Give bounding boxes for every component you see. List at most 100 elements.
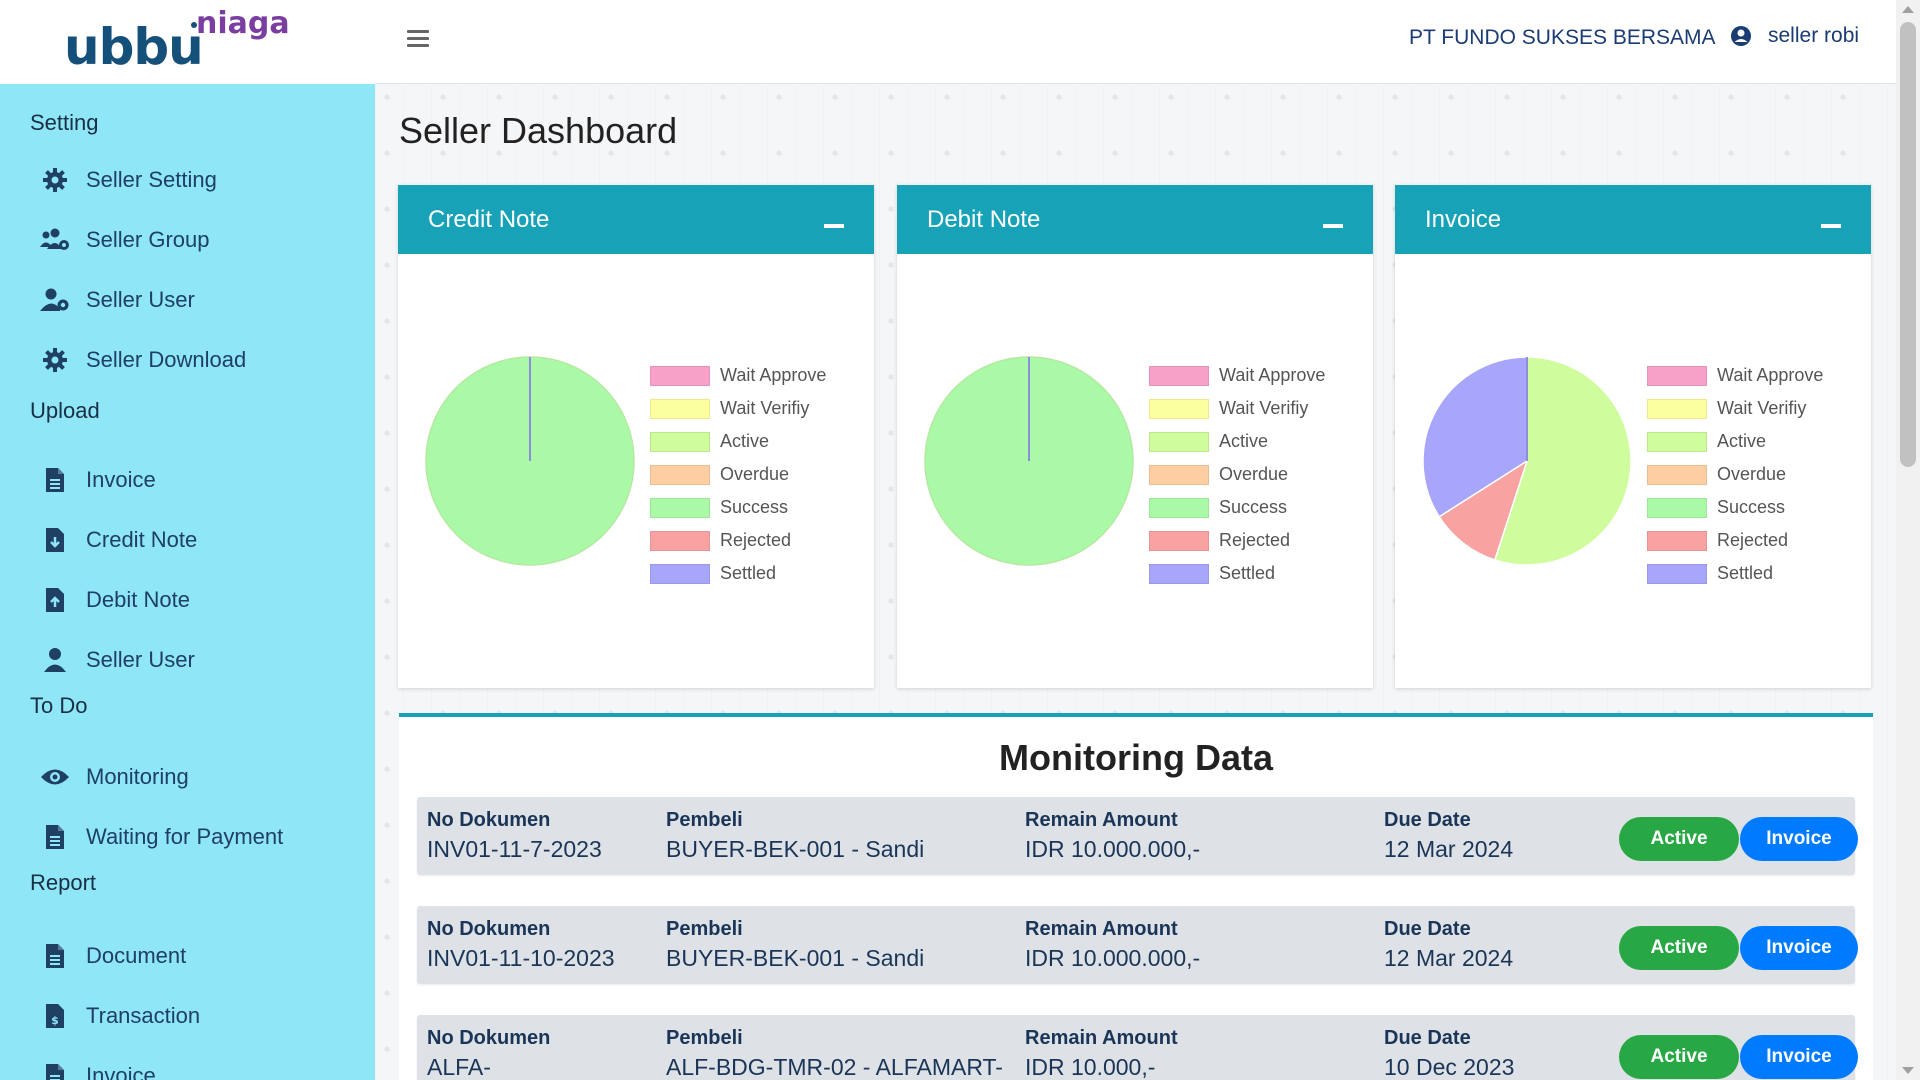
- status-active-button[interactable]: Active: [1619, 1035, 1739, 1079]
- user-menu[interactable]: seller robi: [1730, 24, 1859, 48]
- legend-item[interactable]: Wait Verifiy: [650, 392, 826, 425]
- nav-section-to-do: To Do: [30, 693, 88, 718]
- sidebar-item-debit-note[interactable]: Debit Note: [40, 580, 190, 620]
- legend-item[interactable]: Active: [650, 425, 826, 458]
- doc-type-invoice-button[interactable]: Invoice: [1740, 926, 1858, 970]
- legend-label: Success: [1219, 497, 1288, 517]
- file-icon: [40, 941, 70, 971]
- legend-item[interactable]: Success: [650, 491, 826, 524]
- legend-item[interactable]: Rejected: [1149, 524, 1325, 557]
- cell-label: Pembeli: [666, 809, 743, 831]
- monitoring-title: Monitoring Data: [999, 737, 1273, 778]
- legend-swatch: [1647, 464, 1707, 485]
- sidebar-item-document[interactable]: Document: [40, 936, 186, 976]
- user-icon: [40, 645, 70, 675]
- cell-label: Due Date: [1384, 918, 1471, 940]
- sidebar-item-credit-note[interactable]: Credit Note: [40, 520, 197, 560]
- card-title: Credit Note: [428, 205, 550, 233]
- legend-label: Wait Verifiy: [1219, 398, 1309, 418]
- table-row[interactable]: No Dokumen INV01-11-10-2023 Pembeli BUYER-B…: [417, 906, 1858, 984]
- legend-label: Wait Approve: [720, 365, 827, 385]
- status-active-button[interactable]: Active: [1619, 817, 1739, 861]
- doc-type-invoice-button[interactable]: Invoice: [1740, 817, 1858, 861]
- cell-amount: Remain Amount IDR 10.000.000,-: [1025, 809, 1200, 863]
- gear-icon: [40, 165, 70, 195]
- pie-chart: [425, 356, 635, 566]
- table-row[interactable]: No Dokumen INV01-11-7-2023 Pembeli BUYER-BE…: [417, 797, 1858, 875]
- table-row[interactable]: No Dokumen ALFA- Pembeli ALF-BDG-TMR-02 - A…: [417, 1015, 1858, 1080]
- cell-label: Pembeli: [666, 918, 743, 940]
- scroll-down-icon[interactable]: [1902, 1067, 1914, 1074]
- menu-toggle-icon[interactable]: [407, 30, 429, 48]
- legend-item[interactable]: Success: [1647, 491, 1823, 524]
- legend-item[interactable]: Rejected: [650, 524, 826, 557]
- chart-legend: Wait Approve Wait Verifiy Active Overdue Suc…: [1647, 359, 1823, 590]
- legend-item[interactable]: Wait Approve: [1647, 359, 1823, 392]
- legend-label: Wait Approve: [1219, 365, 1326, 385]
- cell-amount: Remain Amount IDR 10.000.000,-: [1025, 918, 1200, 972]
- card-header: Credit Note: [398, 185, 874, 254]
- legend-item[interactable]: Success: [1149, 491, 1325, 524]
- logo-main-text: ubbu: [64, 18, 204, 76]
- legend-label: Settled: [720, 563, 777, 583]
- legend-item[interactable]: Wait Verifiy: [1647, 392, 1823, 425]
- eye-icon: [40, 762, 70, 792]
- main-content: Seller Dashboard Credit Note Wait Approv…: [375, 85, 1896, 1080]
- sidebar-item-seller-user[interactable]: Seller User: [40, 280, 195, 320]
- cell-due: Due Date 12 Mar 2024: [1384, 918, 1513, 972]
- collapse-icon[interactable]: [1821, 223, 1841, 228]
- legend-item[interactable]: Settled: [1149, 557, 1325, 590]
- sidebar-item-label: Document: [86, 943, 187, 968]
- sidebar-item-seller-download[interactable]: Seller Download: [40, 340, 246, 380]
- sidebar-item-invoice[interactable]: Invoice: [40, 460, 156, 500]
- legend-label: Overdue: [1219, 464, 1289, 484]
- legend-swatch: [1647, 365, 1707, 386]
- sidebar-item-label: Invoice: [86, 467, 156, 492]
- legend-item[interactable]: Active: [1647, 425, 1823, 458]
- logo[interactable]: ubbu niaga: [0, 0, 375, 84]
- doc-type-invoice-button[interactable]: Invoice: [1740, 1035, 1858, 1079]
- legend-item[interactable]: Wait Approve: [1149, 359, 1325, 392]
- legend-item[interactable]: Rejected: [1647, 524, 1823, 557]
- cell-value: ALFA-: [427, 1054, 491, 1080]
- legend-item[interactable]: Overdue: [650, 458, 826, 491]
- card-invoice: Invoice Wait Approve Wait Verifiy Active Ov…: [1395, 185, 1871, 688]
- collapse-icon[interactable]: [824, 223, 844, 228]
- sidebar-item-label: Monitoring: [86, 764, 189, 789]
- nav-section-setting: Setting: [30, 110, 99, 135]
- vertical-scrollbar[interactable]: [1896, 0, 1920, 1080]
- legend-item[interactable]: Overdue: [1647, 458, 1823, 491]
- collapse-icon[interactable]: [1323, 223, 1343, 228]
- sidebar-item-invoice[interactable]: Invoice: [40, 1056, 156, 1080]
- legend-item[interactable]: Wait Verifiy: [1149, 392, 1325, 425]
- legend-swatch: [1647, 497, 1707, 518]
- legend-item[interactable]: Active: [1149, 425, 1325, 458]
- legend-label: Settled: [1219, 563, 1276, 583]
- sidebar-item-waiting-for-payment[interactable]: Waiting for Payment: [40, 817, 283, 857]
- legend-item[interactable]: Wait Approve: [650, 359, 826, 392]
- cell-label: Pembeli: [666, 1027, 743, 1049]
- scroll-thumb[interactable]: [1900, 22, 1916, 467]
- chart-legend: Wait Approve Wait Verifiy Active Overdue Suc…: [1149, 359, 1325, 590]
- cell-doc: No Dokumen INV01-11-10-2023: [427, 918, 615, 972]
- sidebar-item-label: Seller User: [86, 647, 195, 672]
- legend-label: Settled: [1717, 563, 1774, 583]
- sidebar-item-seller-setting[interactable]: Seller Setting: [40, 160, 217, 200]
- cell-label: Remain Amount: [1025, 918, 1178, 940]
- topbar: PT FUNDO SUKSES BERSAMA seller robi: [375, 0, 1896, 84]
- sidebar-item-monitoring[interactable]: Monitoring: [40, 757, 189, 797]
- sidebar-item-transaction[interactable]: $ Transaction: [40, 996, 200, 1036]
- cell-label: Remain Amount: [1025, 1027, 1178, 1049]
- gear-icon: [40, 345, 70, 375]
- legend-item[interactable]: Settled: [650, 557, 826, 590]
- sidebar-item-seller-group[interactable]: Seller Group: [40, 220, 210, 260]
- status-active-button[interactable]: Active: [1619, 926, 1739, 970]
- scroll-up-icon[interactable]: [1902, 6, 1914, 13]
- legend-item[interactable]: Settled: [1647, 557, 1823, 590]
- pie-chart: [1422, 356, 1632, 566]
- sidebar-item-label: Seller User: [86, 287, 195, 312]
- sidebar-item-seller-user[interactable]: Seller User: [40, 640, 195, 680]
- file-icon: [40, 822, 70, 852]
- legend-item[interactable]: Overdue: [1149, 458, 1325, 491]
- logo-sub-text: niaga: [196, 6, 290, 41]
